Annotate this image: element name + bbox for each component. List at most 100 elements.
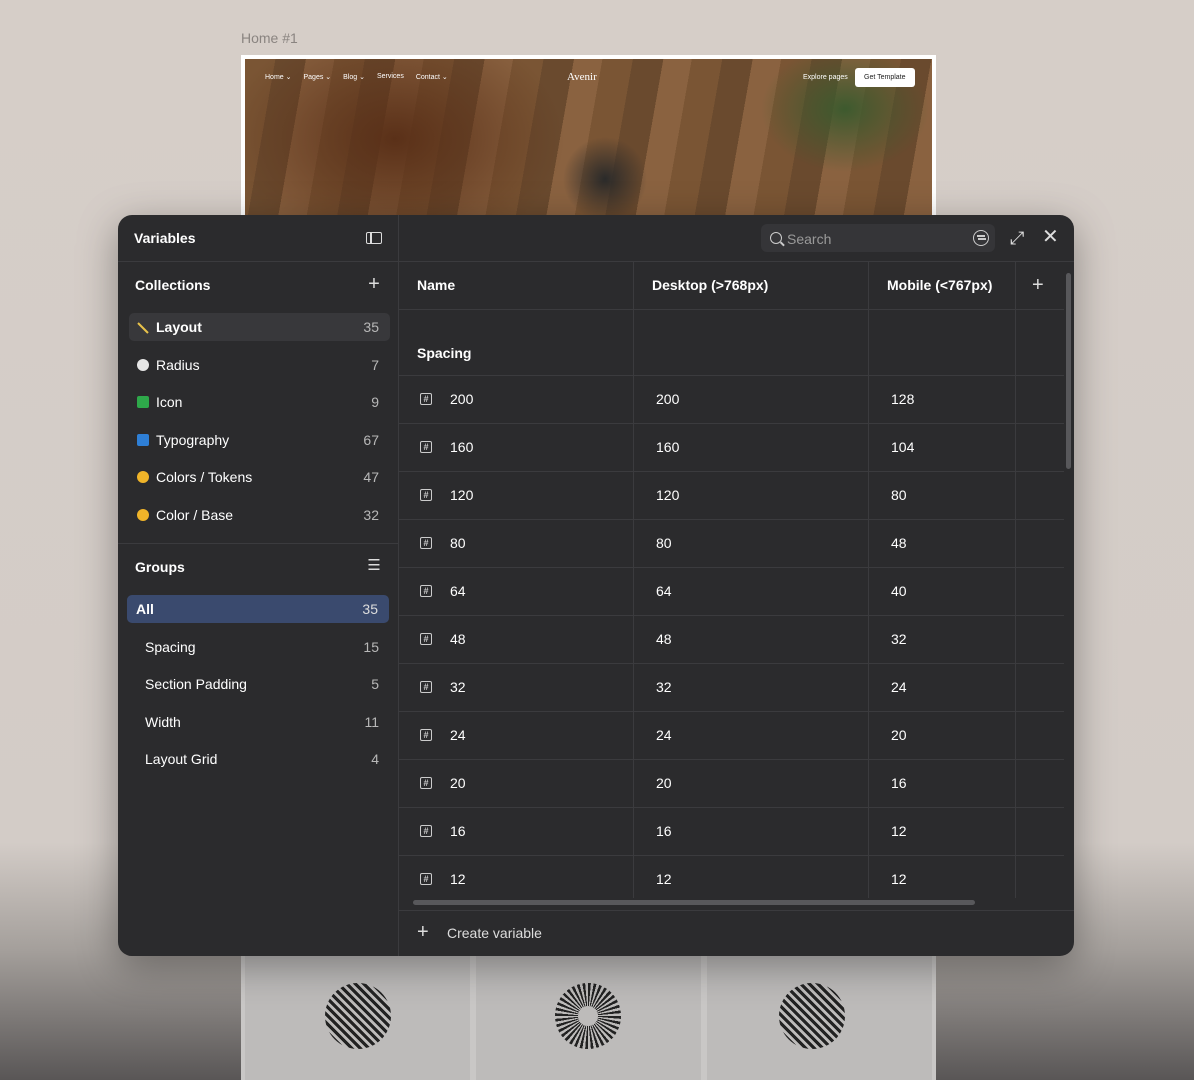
variable-name[interactable]: 12 (450, 871, 466, 887)
column-header-name[interactable]: Name (417, 262, 455, 309)
desktop-value[interactable]: 64 (656, 583, 672, 599)
preview-card (707, 955, 932, 1080)
table-row[interactable]: #32 32 24 (399, 663, 1064, 712)
filter-icon[interactable] (973, 230, 989, 246)
mobile-value[interactable]: 40 (891, 583, 907, 599)
search-box (761, 224, 995, 254)
hero-nav-item[interactable]: Home ⌄ (265, 73, 291, 81)
table-row[interactable]: #120 120 80 (399, 471, 1064, 520)
table-row[interactable]: #16 16 12 (399, 807, 1064, 856)
hero-nav-item[interactable]: Services (377, 73, 404, 81)
preview-card (245, 955, 470, 1080)
desktop-value[interactable]: 120 (656, 487, 679, 503)
desktop-value[interactable]: 200 (656, 391, 679, 407)
desktop-value[interactable]: 24 (656, 727, 672, 743)
table-row[interactable]: #64 64 40 (399, 567, 1064, 616)
collection-item-colors-tokens[interactable]: Colors / Tokens 47 (129, 463, 390, 491)
mobile-value[interactable]: 24 (891, 679, 907, 695)
mobile-value[interactable]: 128 (891, 391, 914, 407)
number-type-icon: # (420, 489, 432, 501)
hero-nav-item[interactable]: Pages ⌄ (303, 73, 331, 81)
table-row[interactable]: #160 160 104 (399, 423, 1064, 472)
variable-name[interactable]: 20 (450, 775, 466, 791)
desktop-value[interactable]: 160 (656, 439, 679, 455)
table-row[interactable]: #12 12 12 (399, 855, 1064, 898)
expand-icon[interactable]: ⤢ (1010, 228, 1024, 248)
variable-name[interactable]: 120 (450, 487, 473, 503)
table-row[interactable]: #24 24 20 (399, 711, 1064, 760)
striped-disc-icon (779, 983, 845, 1049)
add-mode-icon[interactable]: + (1032, 274, 1044, 296)
mobile-value[interactable]: 12 (891, 823, 907, 839)
hero-get-template-button[interactable]: Get Template (855, 68, 915, 87)
mobile-value[interactable]: 80 (891, 487, 907, 503)
collection-item-typography[interactable]: Typography 67 (129, 426, 390, 454)
add-collection-icon[interactable]: + (366, 272, 382, 296)
panel-topbar: ⤢ ✕ (399, 215, 1074, 262)
variable-name[interactable]: 48 (450, 631, 466, 647)
group-label: Width (145, 714, 181, 730)
table-header: Name Desktop (>768px) Mobile (<767px) + (399, 262, 1064, 310)
collection-item-radius[interactable]: Radius 7 (129, 351, 390, 379)
desktop-value[interactable]: 80 (656, 535, 672, 551)
frame-label: Home #1 (241, 30, 298, 46)
collection-label: Color / Base (156, 507, 234, 523)
collection-count: 7 (371, 357, 379, 373)
hero-nav-item[interactable]: Contact ⌄ (416, 73, 448, 81)
mobile-value[interactable]: 20 (891, 727, 907, 743)
table-row[interactable]: #20 20 16 (399, 759, 1064, 808)
mobile-value[interactable]: 104 (891, 439, 914, 455)
search-input[interactable] (785, 224, 959, 254)
palette-icon (137, 471, 149, 483)
column-header-mobile[interactable]: Mobile (<767px) (887, 262, 992, 309)
group-item-layout-grid[interactable]: Layout Grid 4 (129, 745, 390, 773)
mobile-value[interactable]: 48 (891, 535, 907, 551)
hero-explore-link[interactable]: Explore pages (803, 74, 848, 81)
ruler-icon (137, 321, 149, 334)
collection-item-layout[interactable]: Layout 35 (129, 313, 390, 341)
horizontal-scrollbar[interactable] (413, 900, 975, 905)
collections-title: Collections (135, 277, 211, 293)
number-type-icon: # (420, 729, 432, 741)
table-row[interactable]: #200 200 128 (399, 375, 1064, 424)
collection-item-color-base[interactable]: Color / Base 32 (129, 501, 390, 529)
group-item-section-padding[interactable]: Section Padding 5 (129, 670, 390, 698)
mobile-value[interactable]: 16 (891, 775, 907, 791)
desktop-value[interactable]: 16 (656, 823, 672, 839)
desktop-value[interactable]: 12 (656, 871, 672, 887)
plus-icon[interactable]: + (417, 921, 429, 943)
group-item-spacing[interactable]: Spacing 15 (129, 633, 390, 661)
variable-name[interactable]: 32 (450, 679, 466, 695)
desktop-value[interactable]: 48 (656, 631, 672, 647)
desktop-value[interactable]: 32 (656, 679, 672, 695)
collection-label: Typography (156, 432, 230, 448)
mobile-value[interactable]: 12 (891, 871, 907, 887)
group-item-width[interactable]: Width 11 (129, 708, 390, 736)
number-type-icon: # (420, 777, 432, 789)
column-header-desktop[interactable]: Desktop (>768px) (652, 262, 768, 309)
hero-nav-item[interactable]: Blog ⌄ (343, 73, 365, 81)
close-icon[interactable]: ✕ (1042, 226, 1059, 248)
sidebar-toggle-icon[interactable] (366, 232, 382, 244)
variable-name[interactable]: 80 (450, 535, 466, 551)
variable-name[interactable]: 64 (450, 583, 466, 599)
table-row[interactable]: #48 48 32 (399, 615, 1064, 664)
striped-disc-icon (325, 983, 391, 1049)
vertical-scrollbar[interactable] (1066, 273, 1071, 469)
sort-groups-icon[interactable]: ☰ (366, 554, 382, 578)
group-item-all[interactable]: All 35 (127, 595, 389, 623)
variable-name[interactable]: 16 (450, 823, 466, 839)
collection-item-icon[interactable]: Icon 9 (129, 388, 390, 416)
collection-count: 9 (371, 394, 379, 410)
create-variable-button[interactable]: Create variable (447, 925, 542, 941)
page-preview[interactable]: Home ⌄ Pages ⌄ Blog ⌄ Services Contact ⌄… (241, 55, 936, 235)
variables-panel: Variables Collections + Layout 35 Radius… (118, 215, 1074, 956)
variable-name[interactable]: 200 (450, 391, 473, 407)
desktop-value[interactable]: 20 (656, 775, 672, 791)
number-type-icon: # (420, 537, 432, 549)
groups-header: Groups ☰ (118, 544, 398, 590)
variable-name[interactable]: 24 (450, 727, 466, 743)
mobile-value[interactable]: 32 (891, 631, 907, 647)
table-row[interactable]: #80 80 48 (399, 519, 1064, 568)
variable-name[interactable]: 160 (450, 439, 473, 455)
